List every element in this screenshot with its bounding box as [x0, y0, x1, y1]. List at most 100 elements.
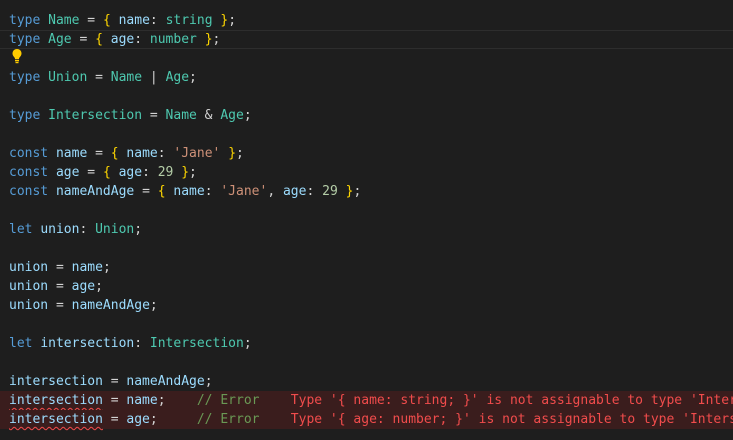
code-token: Union [95, 222, 135, 237]
code-token: // Error [196, 393, 260, 408]
code-token: ; [149, 298, 158, 313]
code-token: } [204, 32, 213, 47]
code-line[interactable]: let union: Union; [0, 220, 733, 239]
code-token: string [165, 13, 213, 28]
code-token: ; [353, 184, 362, 199]
code-line[interactable]: const nameAndAge = { name: 'Jane', age: … [0, 182, 733, 201]
code-token: let [9, 336, 33, 351]
lightbulb-icon[interactable] [11, 48, 23, 64]
code-token: : [134, 336, 150, 351]
code-token: } [181, 165, 190, 180]
code-line[interactable] [0, 239, 733, 258]
code-line[interactable]: union = age; [0, 277, 733, 296]
code-token: name [173, 184, 205, 199]
code-token: , [267, 184, 283, 199]
code-token: } [220, 13, 229, 28]
code-token: ; [236, 146, 244, 161]
code-token: : [134, 32, 150, 47]
code-token: intersection [40, 336, 135, 351]
code-token: number [149, 32, 197, 47]
code-token: ; [149, 412, 197, 427]
code-line[interactable]: type Age = { age: number }; [0, 30, 733, 49]
code-token: = [48, 260, 72, 275]
code-line[interactable]: intersection = name; // Error Type '{ na… [0, 391, 733, 410]
code-token: age [110, 32, 135, 47]
code-line[interactable]: let intersection: Intersection; [0, 334, 733, 353]
code-token: = [102, 393, 127, 408]
code-token: = [48, 298, 72, 313]
code-token: : [204, 184, 221, 199]
code-token: : [79, 222, 96, 237]
code-line[interactable] [0, 87, 733, 106]
code-token: { [102, 165, 111, 180]
code-token: { [157, 184, 166, 199]
code-token: & [196, 108, 221, 123]
code-token: age [71, 279, 96, 294]
code-token: 29 [322, 184, 338, 199]
code-line[interactable] [0, 315, 733, 334]
code-token: type [9, 13, 41, 28]
code-token: union [9, 260, 49, 275]
code-line[interactable]: union = nameAndAge; [0, 296, 733, 315]
code-token: intersection [9, 393, 103, 408]
code-token: name [55, 146, 88, 161]
code-token: = [142, 108, 166, 123]
code-token: nameAndAge [55, 184, 135, 199]
code-line[interactable]: union = name; [0, 258, 733, 277]
code-token: nameAndAge [126, 374, 205, 389]
code-line[interactable] [0, 353, 733, 372]
code-token: : [157, 146, 174, 161]
code-token: ; [243, 336, 252, 351]
code-token: type [9, 70, 41, 85]
code-token: let [9, 222, 33, 237]
code-token: ; [243, 108, 252, 123]
code-token: = [87, 70, 111, 85]
code-line[interactable]: type Name = { name: string }; [0, 11, 733, 30]
code-line[interactable]: const age = { age: 29 }; [0, 163, 733, 182]
code-token: age [55, 165, 80, 180]
code-line[interactable] [0, 125, 733, 144]
code-token: Name [165, 108, 197, 123]
code-token: const [9, 184, 49, 199]
code-token: union [40, 222, 80, 237]
code-token: | [142, 70, 166, 85]
code-token: 'Jane' [173, 146, 221, 161]
code-token: // Error [196, 412, 260, 427]
code-line[interactable] [0, 201, 733, 220]
code-token: Age [48, 32, 72, 47]
code-token: ; [212, 32, 221, 47]
code-token: ; [204, 374, 213, 389]
code-line[interactable]: type Union = Name | Age; [0, 68, 733, 87]
code-line[interactable]: const name = { name: 'Jane' }; [0, 144, 733, 163]
code-token: union [9, 298, 49, 313]
code-token: Type '{ age: number; }' is not assignabl… [290, 412, 733, 427]
code-token: ; [228, 13, 237, 28]
code-line[interactable]: intersection = nameAndAge; [0, 372, 733, 391]
code-token: ; [157, 393, 197, 408]
code-token: } [228, 146, 237, 161]
code-token: Age [220, 108, 244, 123]
code-token: ; [102, 260, 111, 275]
code-token: : [306, 184, 323, 199]
code-line[interactable] [0, 49, 733, 68]
code-token: age [282, 184, 307, 199]
code-line[interactable]: type Intersection = Name & Age; [0, 106, 733, 125]
code-token: ; [134, 222, 143, 237]
code-token: const [9, 146, 49, 161]
code-token: = [79, 13, 103, 28]
code-editor[interactable]: type Name = { name: string }; type Age = … [0, 0, 733, 440]
code-token: Name [110, 70, 143, 85]
code-token: ; [95, 279, 103, 294]
code-line[interactable]: intersection = age; // Error Type '{ age… [0, 410, 733, 429]
code-token: name [126, 393, 158, 408]
code-token: : [149, 13, 166, 28]
code-token: Intersection [48, 108, 143, 123]
